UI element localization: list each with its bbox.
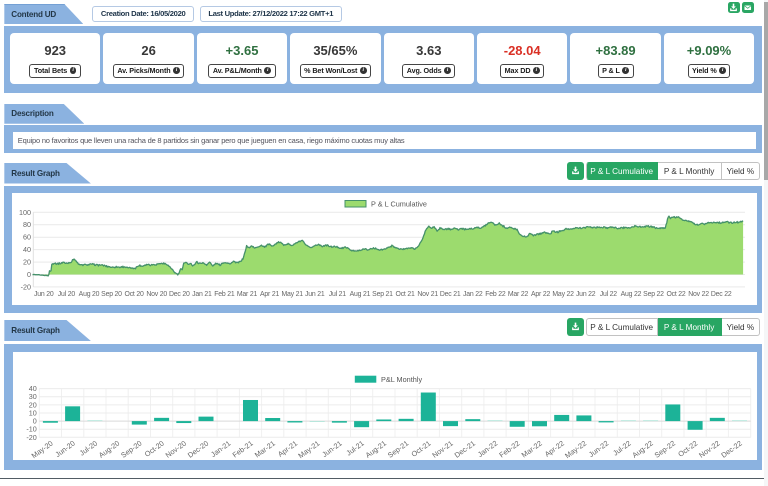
svg-text:30: 30 xyxy=(29,392,37,401)
svg-text:Sep 22: Sep 22 xyxy=(643,291,664,298)
svg-text:Oct 20: Oct 20 xyxy=(124,291,143,298)
svg-text:Aug-22: Aug-22 xyxy=(631,438,655,459)
svg-text:Apr-22: Apr-22 xyxy=(543,438,566,458)
svg-text:Sep-21: Sep-21 xyxy=(386,438,410,459)
svg-text:Dec 22: Dec 22 xyxy=(711,291,732,298)
svg-text:Sep 21: Sep 21 xyxy=(372,291,393,298)
svg-text:Apr 21: Apr 21 xyxy=(260,291,279,298)
svg-text:P & L Cumulative: P & L Cumulative xyxy=(371,200,427,209)
svg-text:Jul-21: Jul-21 xyxy=(345,438,366,457)
svg-text:Sep-20: Sep-20 xyxy=(119,438,143,459)
svg-text:Jul-20: Jul-20 xyxy=(78,438,99,457)
svg-text:Jun-21: Jun-21 xyxy=(320,438,343,458)
svg-text:40: 40 xyxy=(29,384,37,393)
svg-text:Sep-22: Sep-22 xyxy=(653,438,677,459)
svg-text:Jan 21: Jan 21 xyxy=(192,291,212,298)
svg-text:Oct 22: Oct 22 xyxy=(666,291,685,298)
svg-text:Jun-20: Jun-20 xyxy=(54,438,77,458)
svg-text:Dec-21: Dec-21 xyxy=(453,438,477,459)
svg-text:Jan-22: Jan-22 xyxy=(476,438,499,458)
svg-text:Jul 21: Jul 21 xyxy=(328,291,346,298)
svg-text:0: 0 xyxy=(33,416,37,425)
svg-text:Nov 20: Nov 20 xyxy=(146,291,167,298)
svg-text:-10: -10 xyxy=(27,424,37,433)
svg-text:Dec-20: Dec-20 xyxy=(186,438,210,459)
svg-text:Oct-22: Oct-22 xyxy=(676,438,699,458)
svg-text:80: 80 xyxy=(23,220,31,229)
svg-text:Mar 21: Mar 21 xyxy=(237,291,258,298)
svg-text:Apr 22: Apr 22 xyxy=(531,291,550,298)
svg-text:Jul 22: Jul 22 xyxy=(599,291,617,298)
svg-text:Nov 21: Nov 21 xyxy=(417,291,438,298)
svg-text:Nov-22: Nov-22 xyxy=(697,438,721,459)
svg-text:Aug 22: Aug 22 xyxy=(620,291,641,298)
svg-text:Feb 22: Feb 22 xyxy=(485,291,506,298)
svg-text:Jul 20: Jul 20 xyxy=(57,291,75,298)
svg-text:Feb 21: Feb 21 xyxy=(214,291,235,298)
svg-text:May-20: May-20 xyxy=(30,438,55,460)
svg-text:May-22: May-22 xyxy=(563,438,588,460)
svg-text:Jan 22: Jan 22 xyxy=(463,291,483,298)
svg-text:Mar 22: Mar 22 xyxy=(508,291,529,298)
svg-text:Nov-21: Nov-21 xyxy=(430,438,454,459)
svg-text:Jun-22: Jun-22 xyxy=(587,438,610,458)
svg-text:0: 0 xyxy=(27,270,31,279)
svg-text:-20: -20 xyxy=(27,432,37,441)
svg-text:Feb-21: Feb-21 xyxy=(231,438,255,459)
svg-text:Dec-22: Dec-22 xyxy=(719,438,743,459)
svg-text:Jun 22: Jun 22 xyxy=(576,291,596,298)
svg-text:Jan-21: Jan-21 xyxy=(209,438,232,458)
svg-text:Feb-22: Feb-22 xyxy=(497,438,521,459)
svg-text:Jul-22: Jul-22 xyxy=(611,438,632,457)
svg-text:Apr-21: Apr-21 xyxy=(276,438,299,458)
svg-text:Nov-20: Nov-20 xyxy=(164,438,188,459)
svg-text:Oct-21: Oct-21 xyxy=(410,438,433,458)
svg-text:Jun 21: Jun 21 xyxy=(305,291,325,298)
svg-text:Aug 20: Aug 20 xyxy=(78,291,99,298)
svg-text:Nov 22: Nov 22 xyxy=(688,291,709,298)
svg-text:Aug-21: Aug-21 xyxy=(364,438,388,459)
svg-text:P&L Monthly: P&L Monthly xyxy=(381,375,422,384)
svg-text:60: 60 xyxy=(23,233,31,242)
svg-text:Mar-22: Mar-22 xyxy=(520,438,544,459)
svg-text:May 22: May 22 xyxy=(552,291,574,298)
svg-text:May-21: May-21 xyxy=(296,438,321,460)
svg-text:Oct 21: Oct 21 xyxy=(395,291,414,298)
svg-text:Dec 21: Dec 21 xyxy=(440,291,461,298)
svg-text:Mar-21: Mar-21 xyxy=(253,438,277,459)
svg-text:Sep 20: Sep 20 xyxy=(101,291,122,298)
svg-text:20: 20 xyxy=(29,400,37,409)
svg-text:Jun 20: Jun 20 xyxy=(34,291,54,298)
svg-text:20: 20 xyxy=(23,258,31,267)
svg-text:-20: -20 xyxy=(20,283,30,292)
svg-text:May 21: May 21 xyxy=(281,291,303,298)
svg-text:Aug-20: Aug-20 xyxy=(97,438,121,459)
svg-text:Oct-20: Oct-20 xyxy=(143,438,166,458)
svg-text:Aug 21: Aug 21 xyxy=(349,291,370,298)
svg-text:100: 100 xyxy=(19,208,31,217)
svg-text:10: 10 xyxy=(29,408,37,417)
svg-text:40: 40 xyxy=(23,245,31,254)
svg-text:Dec 20: Dec 20 xyxy=(169,291,190,298)
